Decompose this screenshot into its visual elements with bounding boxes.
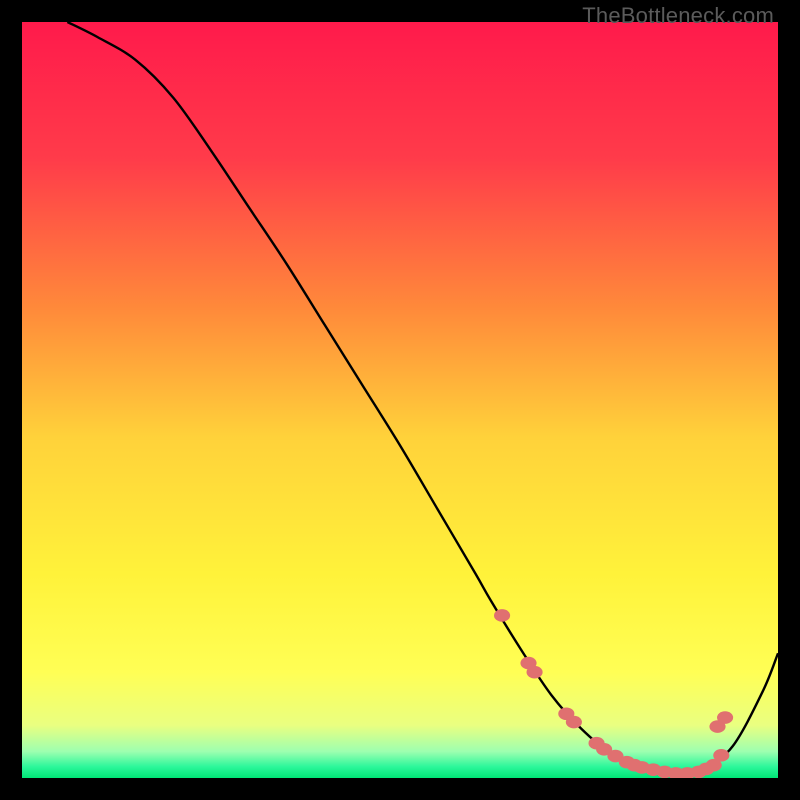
highlight-point [494, 609, 510, 622]
highlight-point [717, 711, 733, 724]
watermark-text: TheBottleneck.com [582, 3, 774, 29]
highlight-point [527, 666, 543, 679]
gradient-background [22, 22, 778, 778]
highlight-point [566, 716, 582, 729]
bottleneck-chart [22, 22, 778, 778]
chart-frame [22, 22, 778, 778]
highlight-point [713, 749, 729, 762]
